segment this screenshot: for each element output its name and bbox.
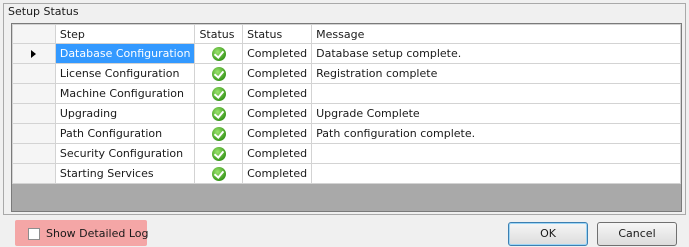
group-title: Setup Status [8,5,79,18]
table-row[interactable]: Security Configuration Completed [12,143,681,164]
step-cell[interactable]: Database Configuration [54,43,196,64]
grid-header-row: Step Status Status Message [12,24,681,44]
message-cell[interactable] [311,163,681,184]
row-header-corner [12,24,56,44]
row-header[interactable] [12,163,56,184]
message-cell[interactable] [311,83,681,104]
current-row-arrow-icon [31,50,37,58]
green-check-icon [211,166,226,181]
table-row[interactable]: Machine Configuration Completed [12,83,681,104]
table-row[interactable]: Starting Services Completed [12,163,681,184]
row-header[interactable] [12,103,56,124]
green-check-icon [211,46,226,61]
table-row[interactable]: Upgrading Completed Upgrade Complete [12,103,681,124]
step-cell[interactable]: Upgrading [54,103,196,124]
green-check-icon [211,86,226,101]
show-detailed-log-checkbox[interactable] [28,228,40,240]
row-header[interactable] [12,83,56,104]
green-check-icon [211,146,226,161]
table-row[interactable]: Database Configuration Completed Database … [12,43,681,64]
step-cell[interactable]: Path Configuration [54,123,196,144]
row-header[interactable] [12,43,56,64]
status-icon-cell[interactable] [194,63,244,84]
message-cell[interactable]: Registration complete [311,63,681,84]
status-icon-cell[interactable] [194,43,244,64]
green-check-icon [211,106,226,121]
status-cell[interactable]: Completed [242,103,313,124]
column-header-status[interactable]: Status [242,24,313,44]
setup-status-dialog: Setup Status Step Status Status Message … [0,0,689,247]
status-icon-cell[interactable] [194,103,244,124]
step-cell[interactable]: Security Configuration [54,143,196,164]
message-cell[interactable]: Upgrade Complete [311,103,681,124]
status-cell[interactable]: Completed [242,163,313,184]
status-icon-cell[interactable] [194,123,244,144]
status-cell[interactable]: Completed [242,143,313,164]
status-grid[interactable]: Step Status Status Message Database Conf… [11,23,682,212]
message-cell[interactable] [311,143,681,164]
column-header-step[interactable]: Step [54,24,196,44]
table-row[interactable]: Path Configuration Completed Path configur… [12,123,681,144]
step-cell[interactable]: License Configuration [54,63,196,84]
column-header-status-icon[interactable]: Status [194,24,244,44]
ok-button[interactable]: OK [508,222,588,246]
cancel-button[interactable]: Cancel [597,222,677,246]
step-cell[interactable]: Starting Services [54,163,196,184]
status-cell[interactable]: Completed [242,123,313,144]
setup-status-group: Setup Status Step Status Status Message … [3,3,686,215]
status-cell[interactable]: Completed [242,63,313,84]
status-icon-cell[interactable] [194,163,244,184]
message-cell[interactable]: Path configuration complete. [311,123,681,144]
status-icon-cell[interactable] [194,83,244,104]
column-header-message[interactable]: Message [311,24,681,44]
row-header[interactable] [12,143,56,164]
row-header[interactable] [12,123,56,144]
green-check-icon [211,66,226,81]
status-cell[interactable]: Completed [242,83,313,104]
row-header[interactable] [12,63,56,84]
table-row[interactable]: License Configuration Completed Registrati… [12,63,681,84]
status-cell[interactable]: Completed [242,43,313,64]
message-cell[interactable]: Database setup complete. [311,43,681,64]
green-check-icon [211,126,226,141]
status-icon-cell[interactable] [194,143,244,164]
step-cell[interactable]: Machine Configuration [54,83,196,104]
show-detailed-log-label[interactable]: Show Detailed Log [46,227,148,240]
